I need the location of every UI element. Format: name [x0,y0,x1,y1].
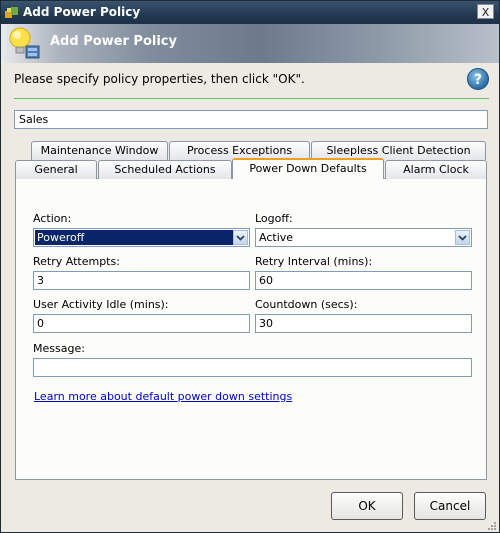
tab-general[interactable]: General [15,160,97,179]
idle-input[interactable]: 0 [33,314,250,333]
tab-maintenance-window[interactable]: Maintenance Window [31,141,168,160]
chevron-down-icon[interactable] [233,230,248,245]
header-title: Add Power Policy [50,34,177,49]
tab-power-down-defaults[interactable]: Power Down Defaults [232,158,384,179]
header-band: Add Power Policy [1,24,499,63]
logoff-label: Logoff: [255,212,293,225]
action-label: Action: [33,212,72,225]
retry-interval-input[interactable]: 60 [255,271,472,290]
title-bar[interactable]: Add Power Policy X [1,1,499,24]
separator-line [14,98,489,99]
message-label: Message: [33,342,85,355]
dialog-window: Add Power Policy X Add Power Policy Plea… [0,0,500,533]
countdown-label: Countdown (secs): [255,298,358,311]
tab-scheduled-actions[interactable]: Scheduled Actions [98,160,232,179]
learn-more-link[interactable]: Learn more about default power down sett… [34,390,292,403]
logoff-value: Active [259,231,294,244]
policy-name-input[interactable] [14,110,488,129]
countdown-input[interactable]: 30 [255,314,472,333]
ok-button[interactable]: OK [331,492,403,520]
retry-interval-label: Retry Interval (mins): [255,255,373,268]
instructions-text: Please specify policy properties, then c… [14,72,305,86]
help-icon[interactable]: ? [467,68,489,90]
close-button[interactable]: X [477,4,494,19]
tab-alarm-clock[interactable]: Alarm Clock [385,160,487,179]
logoff-select[interactable]: Active [255,228,472,247]
power-policy-icon [5,7,18,18]
resize-grip-icon[interactable] [487,521,497,531]
window-title: Add Power Policy [23,5,141,19]
retry-attempts-label: Retry Attempts: [33,255,120,268]
action-select[interactable]: Poweroff [33,228,250,247]
message-input[interactable] [33,358,472,377]
chevron-down-icon[interactable] [455,230,470,245]
retry-attempts-input[interactable]: 3 [33,271,250,290]
action-value: Poweroff [35,230,234,245]
lightbulb-icon [9,27,40,59]
idle-label: User Activity Idle (mins): [33,298,169,311]
cancel-button[interactable]: Cancel [414,492,486,520]
